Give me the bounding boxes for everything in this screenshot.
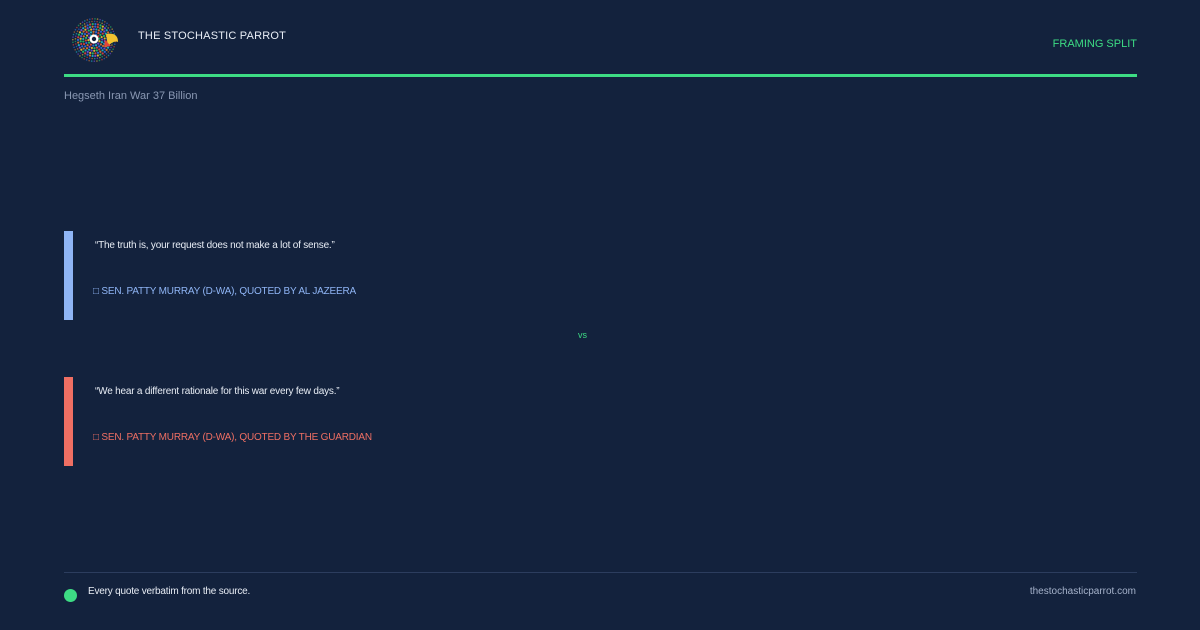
header: THE STOCHASTIC PARROT FRAMING SPLIT (64, 16, 1137, 74)
vs-separator: vs (578, 330, 587, 340)
parrot-logo-icon (68, 16, 122, 64)
quote-attribution: □ SEN. PATTY MURRAY (D-WA), QUOTED BY AL… (93, 286, 356, 297)
quote-card-2: “We hear a different rationale for this … (64, 377, 764, 466)
quote-card-1: “The truth is, your request does not mak… (64, 231, 764, 320)
footer-divider (64, 572, 1137, 573)
framing-split-tag: FRAMING SPLIT (1052, 38, 1137, 50)
page: THE STOCHASTIC PARROT FRAMING SPLIT Hegs… (0, 0, 1200, 630)
quote-text: “The truth is, your request does not mak… (95, 240, 335, 251)
quote-accent-bar (64, 377, 73, 466)
quote-accent-bar (64, 231, 73, 320)
quote-text: “We hear a different rationale for this … (95, 386, 340, 397)
green-dot-icon (64, 589, 77, 602)
footer-url-link[interactable]: thestochasticparrot.com (1030, 586, 1136, 597)
header-divider (64, 74, 1137, 77)
quote-attribution: □ SEN. PATTY MURRAY (D-WA), QUOTED BY TH… (93, 432, 372, 443)
page-subtitle: Hegseth Iran War 37 Billion (64, 90, 198, 102)
brand-name: THE STOCHASTIC PARROT (138, 30, 287, 42)
footer-note: Every quote verbatim from the source. (88, 586, 251, 597)
